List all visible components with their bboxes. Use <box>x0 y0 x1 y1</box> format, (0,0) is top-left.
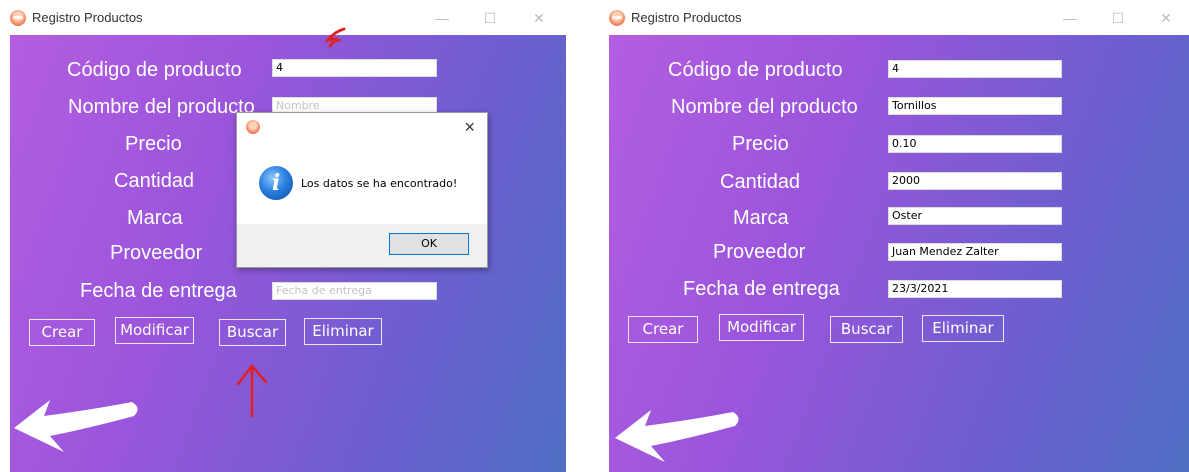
modificar-button[interactable]: Modificar <box>115 317 194 344</box>
annotation-up-arrow-icon <box>236 364 268 418</box>
buscar-button[interactable]: Buscar <box>219 319 286 346</box>
label-marca: Marca <box>733 207 789 229</box>
label-cantidad: Cantidad <box>720 171 801 193</box>
maximize-button[interactable]: ☐ <box>1106 6 1130 30</box>
dialog-body: × i Los datos se ha encontrado! <box>237 113 487 224</box>
codigo-input[interactable]: 4 <box>888 60 1062 78</box>
app-icon <box>10 10 26 26</box>
marca-input[interactable]: Oster <box>888 207 1062 225</box>
close-button[interactable]: ✕ <box>527 6 551 30</box>
title-bar[interactable]: Registro Productos — ☐ ✕ <box>599 0 1189 35</box>
back-arrow-icon[interactable] <box>10 380 150 460</box>
label-nombre: Nombre del producto <box>68 96 255 118</box>
minimize-button[interactable]: — <box>1058 6 1082 30</box>
close-button[interactable]: ✕ <box>1154 6 1178 30</box>
dialog-close-button[interactable]: × <box>464 117 475 138</box>
label-fecha: Fecha de entrega <box>80 280 237 302</box>
back-arrow-icon[interactable] <box>611 390 751 470</box>
label-codigo: Código de producto <box>67 59 242 81</box>
label-precio: Precio <box>125 133 182 155</box>
fecha-input[interactable]: 23/3/2021 <box>888 280 1062 298</box>
crear-button[interactable]: Crear <box>628 316 698 343</box>
minimize-button[interactable]: — <box>430 6 454 30</box>
crear-button[interactable]: Crear <box>29 319 95 346</box>
annotation-check-mark <box>323 27 346 48</box>
label-precio: Precio <box>732 133 789 155</box>
nombre-input[interactable]: Tornillos <box>888 97 1062 115</box>
label-proveedor: Proveedor <box>713 241 806 263</box>
fecha-input[interactable]: Fecha de entrega <box>272 282 437 300</box>
buscar-button[interactable]: Buscar <box>830 316 903 343</box>
info-icon: i <box>259 166 293 200</box>
eliminar-button[interactable]: Eliminar <box>922 315 1004 342</box>
label-marca: Marca <box>127 207 183 229</box>
proveedor-input[interactable]: Juan Mendez Zalter <box>888 243 1062 261</box>
cantidad-input[interactable]: 2000 <box>888 172 1062 190</box>
dialog-app-icon <box>246 120 260 134</box>
precio-input[interactable]: 0.10 <box>888 135 1062 153</box>
left-window: Registro Productos — ☐ ✕ Código de produ… <box>0 0 566 472</box>
form-area: Código de producto 4 Nombre del producto… <box>609 35 1189 472</box>
title-bar[interactable]: Registro Productos — ☐ ✕ <box>0 0 566 35</box>
window-title: Registro Productos <box>631 10 742 25</box>
label-fecha: Fecha de entrega <box>683 278 840 300</box>
info-dialog: × i Los datos se ha encontrado! OK <box>236 112 488 268</box>
app-icon <box>609 10 625 26</box>
label-cantidad: Cantidad <box>114 170 195 192</box>
modificar-button[interactable]: Modificar <box>719 314 804 341</box>
label-codigo: Código de producto <box>668 59 843 81</box>
window-title: Registro Productos <box>32 10 143 25</box>
right-window: Registro Productos — ☐ ✕ Código de produ… <box>599 0 1189 472</box>
codigo-input[interactable]: 4 <box>272 59 437 77</box>
label-nombre: Nombre del producto <box>671 96 858 118</box>
label-proveedor: Proveedor <box>110 242 203 264</box>
dialog-message: Los datos se ha encontrado! <box>301 177 458 190</box>
ok-button[interactable]: OK <box>389 233 469 255</box>
eliminar-button[interactable]: Eliminar <box>304 318 382 345</box>
maximize-button[interactable]: ☐ <box>478 6 502 30</box>
